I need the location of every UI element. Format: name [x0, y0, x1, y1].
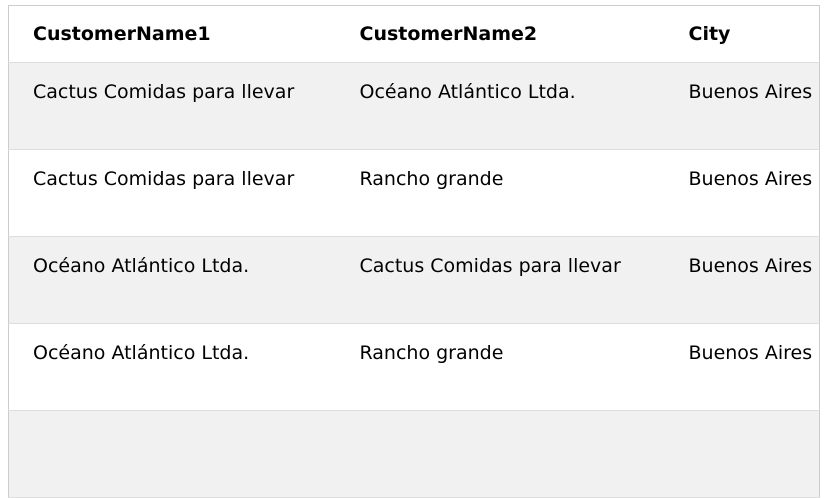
table-row: Océano Atlántico Ltda. Cactus Comidas pa… — [8, 236, 820, 324]
header-row: CustomerName1 CustomerName2 City — [8, 6, 820, 63]
table-row: Océano Atlántico Ltda. Rancho grande Bue… — [8, 324, 820, 411]
cell-city: Buenos Aires — [688, 168, 813, 190]
customers-table: CustomerName1 CustomerName2 City Cactus … — [8, 5, 820, 498]
table-row-partial — [8, 410, 820, 498]
cell-customername1: Océano Atlántico Ltda. — [33, 255, 250, 277]
cell-customername1: Cactus Comidas para llevar — [33, 168, 295, 190]
cell-customername2: Océano Atlántico Ltda. — [359, 81, 576, 103]
cell-city: Buenos Aires — [688, 255, 813, 277]
cell-customername1: Cactus Comidas para llevar — [33, 81, 295, 103]
header-customername1: CustomerName1 — [33, 22, 211, 45]
cell-city: Buenos Aires — [688, 81, 813, 103]
header-customername2: CustomerName2 — [359, 22, 538, 45]
table-row: Cactus Comidas para llevar Océano Atlánt… — [8, 62, 820, 150]
cell-city: Buenos Aires — [688, 342, 813, 364]
header-city: City — [688, 22, 731, 45]
cell-customername2: Rancho grande — [359, 168, 504, 190]
cell-customername2: Rancho grande — [359, 342, 504, 364]
cell-customername2: Cactus Comidas para llevar — [359, 255, 621, 277]
cell-customername1: Océano Atlántico Ltda. — [33, 342, 250, 364]
table-row: Cactus Comidas para llevar Rancho grande… — [8, 150, 820, 237]
